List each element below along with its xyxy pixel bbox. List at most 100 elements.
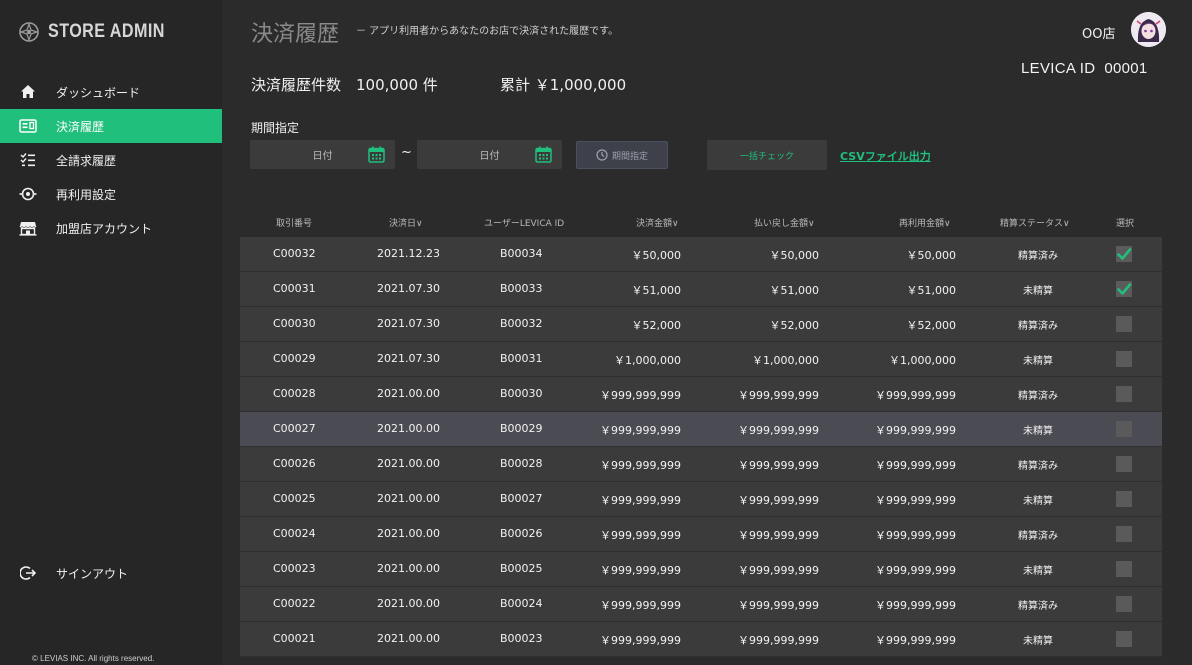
cell-amount: ￥999,999,999 <box>600 494 681 507</box>
col-status[interactable]: 精算ステータス∨ <box>1000 216 1070 229</box>
cell-reuse: ￥51,000 <box>906 284 957 297</box>
cell-refund: ￥999,999,999 <box>738 424 819 437</box>
cell-refund: ￥1,000,000 <box>752 354 819 367</box>
col-payment-date[interactable]: 決済日∨ <box>389 216 423 229</box>
levica-id: LEVICA ID 00001 <box>1021 60 1148 77</box>
cell-reuse: ￥999,999,999 <box>875 564 956 577</box>
checkmark-icon <box>1117 283 1132 295</box>
cell-reuse: ￥1,000,000 <box>889 354 956 367</box>
col-transaction-id: 取引番号 <box>276 219 313 229</box>
card-icon <box>18 116 38 136</box>
calendar-icon <box>535 146 552 163</box>
table-row[interactable]: C00031 2021.07.30 B00033 ￥51,000 ￥51,000 ￥51,… <box>240 272 1162 307</box>
table-row[interactable]: C00027 2021.00.00 B00029 ￥999,999,999 ￥999,9… <box>240 412 1162 447</box>
date-to-input[interactable]: 日付 <box>417 140 562 169</box>
cell-amount: ￥52,000 <box>631 319 682 332</box>
cell-transaction-id: C00027 <box>273 422 316 435</box>
sidebar-item-payment-history[interactable]: 決済履歴 <box>0 109 222 143</box>
bulk-check-button[interactable]: 一括チェック <box>707 140 827 170</box>
select-checkbox[interactable] <box>1116 351 1132 367</box>
cell-user-id: B00024 <box>500 597 543 610</box>
sidebar-item-label: 全請求履歴 <box>56 153 117 168</box>
table-row[interactable]: C00026 2021.00.00 B00028 ￥999,999,999 ￥999,9… <box>240 447 1162 482</box>
csv-export-link[interactable]: CSVファイル出力 <box>840 148 931 164</box>
col-reuse[interactable]: 再利用金額∨ <box>899 216 951 229</box>
sidebar-item-merchant-account[interactable]: 加盟店アカウント <box>0 211 222 245</box>
date-from-input[interactable]: 日付 <box>250 140 395 169</box>
cell-transaction-id: C00031 <box>273 282 316 295</box>
page-subtitle: － アプリ利用者からあなたのお店で決済された履歴です。 <box>356 26 619 37</box>
home-icon <box>18 82 38 102</box>
select-checkbox[interactable] <box>1116 246 1132 262</box>
cell-status: 精算済み <box>1018 391 1058 402</box>
table-row[interactable]: C00028 2021.00.00 B00030 ￥999,999,999 ￥999,9… <box>240 377 1162 412</box>
cell-reuse: ￥999,999,999 <box>875 529 956 542</box>
table-header: 取引番号 決済日∨ ユーザーLEVICA ID 決済金額∨ 払い戻し金額∨ 再利… <box>240 212 1162 236</box>
cell-status: 未精算 <box>1023 636 1053 647</box>
table-row[interactable]: C00025 2021.00.00 B00027 ￥999,999,999 ￥999,9… <box>240 482 1162 517</box>
cell-payment-date: 2021.07.30 <box>377 282 440 295</box>
cell-payment-date: 2021.07.30 <box>377 317 440 330</box>
cell-reuse: ￥999,999,999 <box>875 424 956 437</box>
cell-refund: ￥999,999,999 <box>738 459 819 472</box>
col-amount[interactable]: 決済金額∨ <box>636 216 679 229</box>
select-checkbox[interactable] <box>1116 316 1132 332</box>
cell-reuse: ￥999,999,999 <box>875 459 956 472</box>
cell-payment-date: 2021.00.00 <box>377 527 440 540</box>
table-row[interactable]: C00024 2021.00.00 B00026 ￥999,999,999 ￥999,9… <box>240 517 1162 552</box>
select-checkbox[interactable] <box>1116 561 1132 577</box>
clock-icon <box>596 149 608 161</box>
select-checkbox[interactable] <box>1116 526 1132 542</box>
date-from-placeholder: 日付 <box>312 151 333 162</box>
col-refund[interactable]: 払い戻し金額∨ <box>754 216 815 229</box>
cell-status: 未精算 <box>1023 496 1053 507</box>
table-row[interactable]: C00029 2021.07.30 B00031 ￥1,000,000 ￥1,000,0… <box>240 342 1162 377</box>
table-row[interactable]: C00022 2021.00.00 B00024 ￥999,999,999 ￥999,9… <box>240 587 1162 622</box>
cell-transaction-id: C00022 <box>273 597 316 610</box>
select-checkbox[interactable] <box>1116 386 1132 402</box>
cell-user-id: B00030 <box>500 387 543 400</box>
avatar[interactable] <box>1131 12 1166 47</box>
table-row[interactable]: C00021 2021.00.00 B00023 ￥999,999,999 ￥999,9… <box>240 622 1162 657</box>
logo[interactable]: STORE ADMIN <box>18 18 185 46</box>
cell-reuse: ￥999,999,999 <box>875 599 956 612</box>
cell-payment-date: 2021.00.00 <box>377 387 440 400</box>
select-checkbox[interactable] <box>1116 631 1132 647</box>
cell-refund: ￥999,999,999 <box>738 634 819 647</box>
logo-icon <box>19 22 39 42</box>
cell-status: 未精算 <box>1023 566 1053 577</box>
cell-payment-date: 2021.00.00 <box>377 597 440 610</box>
cell-transaction-id: C00021 <box>273 632 316 645</box>
cell-status: 未精算 <box>1023 286 1053 297</box>
sidebar-item-dashboard[interactable]: ダッシュボード <box>0 75 222 109</box>
cell-amount: ￥999,999,999 <box>600 634 681 647</box>
table-row[interactable]: C00023 2021.00.00 B00025 ￥999,999,999 ￥999,9… <box>240 552 1162 587</box>
period-filter-button[interactable]: 期間指定 <box>576 141 668 169</box>
cell-refund: ￥50,000 <box>769 249 820 262</box>
cell-user-id: B00026 <box>500 527 543 540</box>
sidebar-item-reuse-settings[interactable]: 再利用設定 <box>0 177 222 211</box>
cell-transaction-id: C00026 <box>273 457 316 470</box>
select-checkbox[interactable] <box>1116 421 1132 437</box>
table-row[interactable]: C00030 2021.07.30 B00032 ￥52,000 ￥52,000 ￥52,… <box>240 307 1162 342</box>
select-checkbox[interactable] <box>1116 491 1132 507</box>
cell-refund: ￥51,000 <box>769 284 820 297</box>
select-checkbox[interactable] <box>1116 596 1132 612</box>
select-checkbox[interactable] <box>1116 456 1132 472</box>
select-checkbox[interactable] <box>1116 281 1132 297</box>
sidebar-item-label: 加盟店アカウント <box>56 221 153 236</box>
copyright: © LEVIAS INC. All rights reserved. <box>32 654 155 663</box>
table-row[interactable]: C00032 2021.12.23 B00034 ￥50,000 ￥50,000 ￥50,… <box>240 237 1162 272</box>
cell-status: 精算済み <box>1018 531 1058 542</box>
sidebar-item-billing-history[interactable]: 全請求履歴 <box>0 143 222 177</box>
target-icon <box>18 184 38 204</box>
list-icon <box>18 150 38 170</box>
cell-amount: ￥999,999,999 <box>600 424 681 437</box>
cell-refund: ￥52,000 <box>769 319 820 332</box>
cell-refund: ￥999,999,999 <box>738 494 819 507</box>
signout-button[interactable]: サインアウト <box>0 556 222 590</box>
col-select: 選択 <box>1116 219 1135 229</box>
brand-name: STORE ADMIN <box>48 21 165 42</box>
cell-transaction-id: C00032 <box>273 247 316 260</box>
cell-status: 未精算 <box>1023 426 1053 437</box>
